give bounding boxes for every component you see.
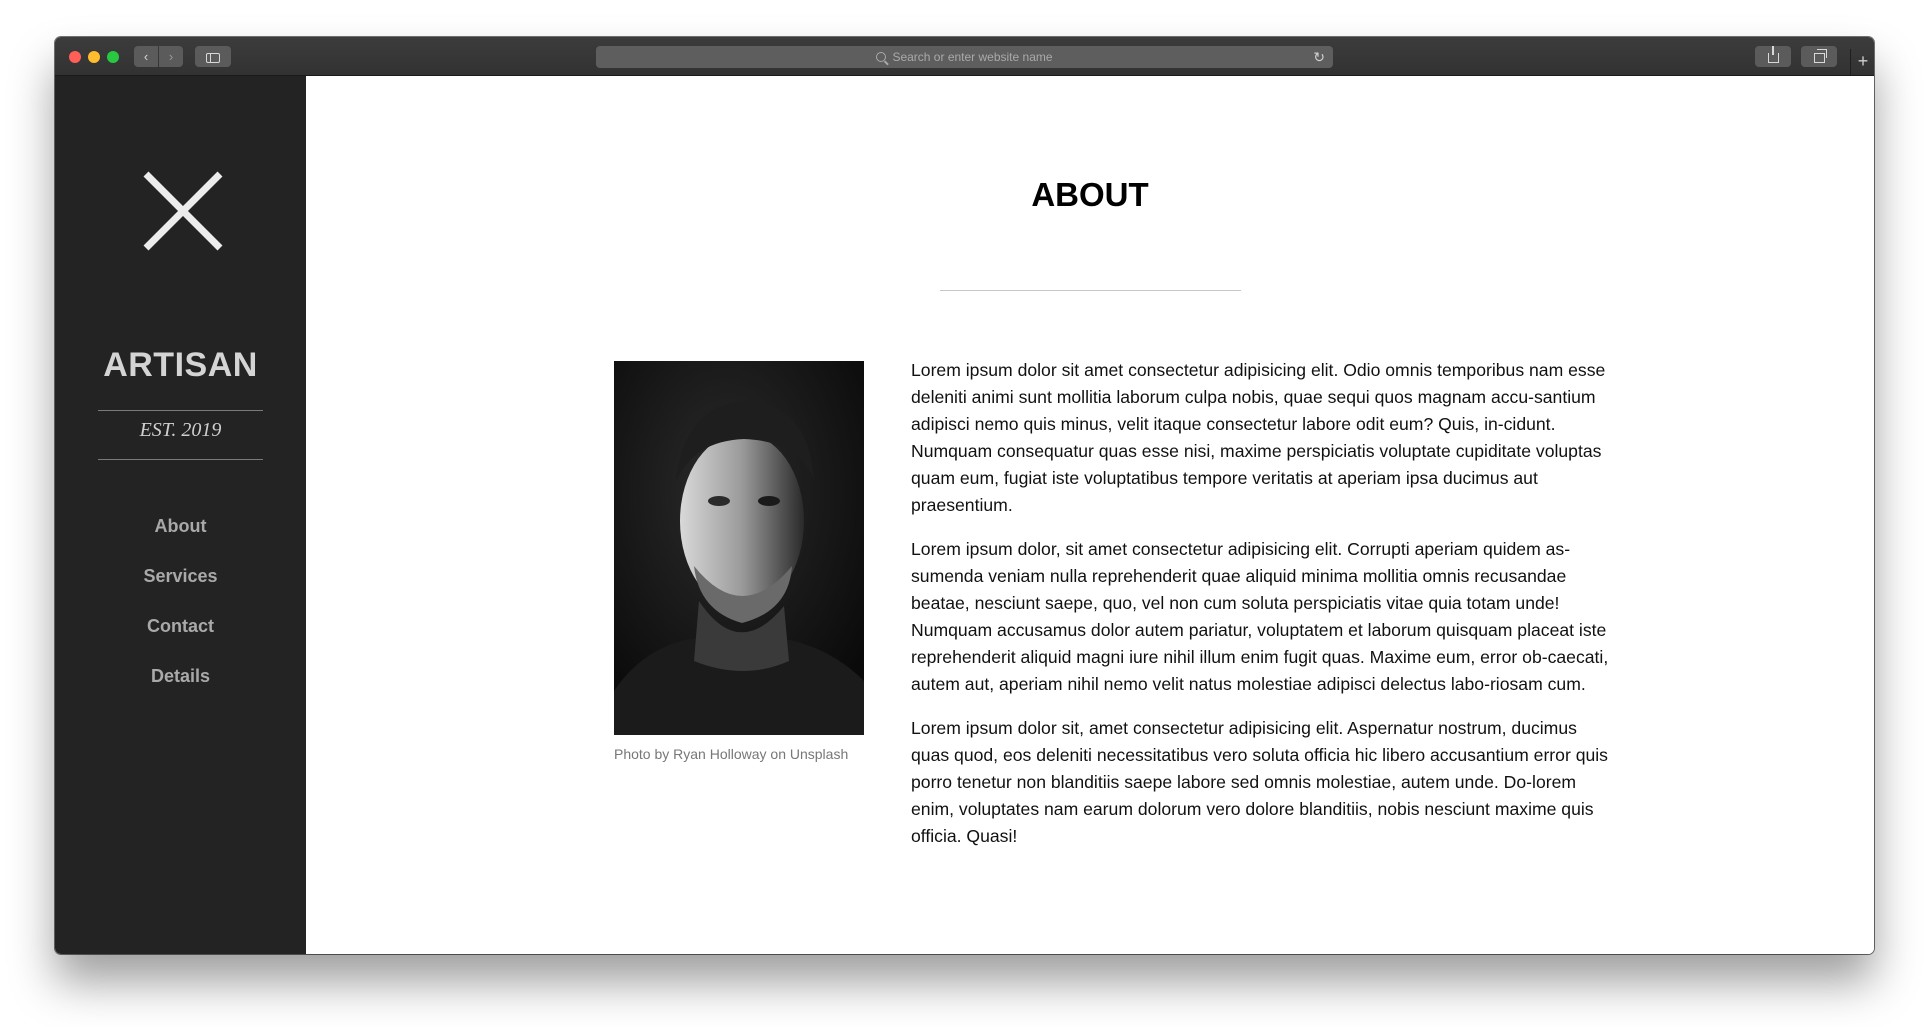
forward-button[interactable]: › <box>159 46 183 67</box>
share-button[interactable] <box>1755 46 1791 67</box>
sidebar-toggle-icon <box>206 53 220 63</box>
search-icon <box>876 52 887 62</box>
divider <box>98 410 263 411</box>
nav-item-contact[interactable]: Contact <box>55 612 306 662</box>
back-icon: ‹ <box>143 49 149 64</box>
tabs-icon <box>1813 49 1827 63</box>
address-bar[interactable]: Search or enter website name ↻ <box>596 46 1333 68</box>
nav-item-services[interactable]: Services <box>55 562 306 612</box>
show-tabs-button[interactable] <box>1801 46 1837 67</box>
forward-icon: › <box>168 49 174 64</box>
established-tagline: EST. 2019 <box>139 419 222 441</box>
close-icon <box>143 171 223 251</box>
main-content: ABOUT Photo by Ryan Holloway on Unsplash… <box>306 76 1874 954</box>
sidebar-nav: About Services Contact Details <box>55 512 306 712</box>
portrait-photo <box>614 361 864 735</box>
photo-caption: Photo by Ryan Holloway on Unsplash <box>614 746 849 762</box>
title-divider <box>940 290 1241 291</box>
back-button[interactable]: ‹ <box>134 46 158 67</box>
portrait-image <box>614 361 864 735</box>
about-article: Lorem ipsum dolor sit amet consectetur a… <box>911 357 1611 867</box>
sidebar-toggle-button[interactable] <box>195 46 231 67</box>
browser-toolbar: ‹ › Search or enter website name ↻ + <box>55 37 1874 76</box>
nav-item-about[interactable]: About <box>55 512 306 562</box>
share-icon <box>1767 46 1779 63</box>
sidebar: ARTISAN EST. 2019 About Services Contact… <box>55 76 306 954</box>
address-placeholder: Search or enter website name <box>892 50 1053 64</box>
new-tab-button[interactable]: + <box>1850 49 1874 75</box>
nav-item-details[interactable]: Details <box>55 662 306 712</box>
article-paragraph: Lorem ipsum dolor, sit amet consectetur … <box>911 539 1609 694</box>
page-title: ABOUT <box>1031 176 1149 213</box>
close-window-button[interactable] <box>69 51 81 63</box>
brand-name: ARTISAN <box>103 346 258 384</box>
divider <box>98 459 263 460</box>
article-paragraph: Lorem ipsum dolor sit, amet consectetur … <box>911 718 1608 846</box>
zoom-window-button[interactable] <box>107 51 119 63</box>
reload-icon[interactable]: ↻ <box>1313 46 1325 68</box>
article-paragraph: Lorem ipsum dolor sit amet consectetur a… <box>911 360 1606 515</box>
new-tab-icon: + <box>1857 51 1869 71</box>
browser-window: ‹ › Search or enter website name ↻ + ART… <box>55 37 1874 954</box>
page-viewport: ARTISAN EST. 2019 About Services Contact… <box>55 76 1874 954</box>
minimize-window-button[interactable] <box>88 51 100 63</box>
